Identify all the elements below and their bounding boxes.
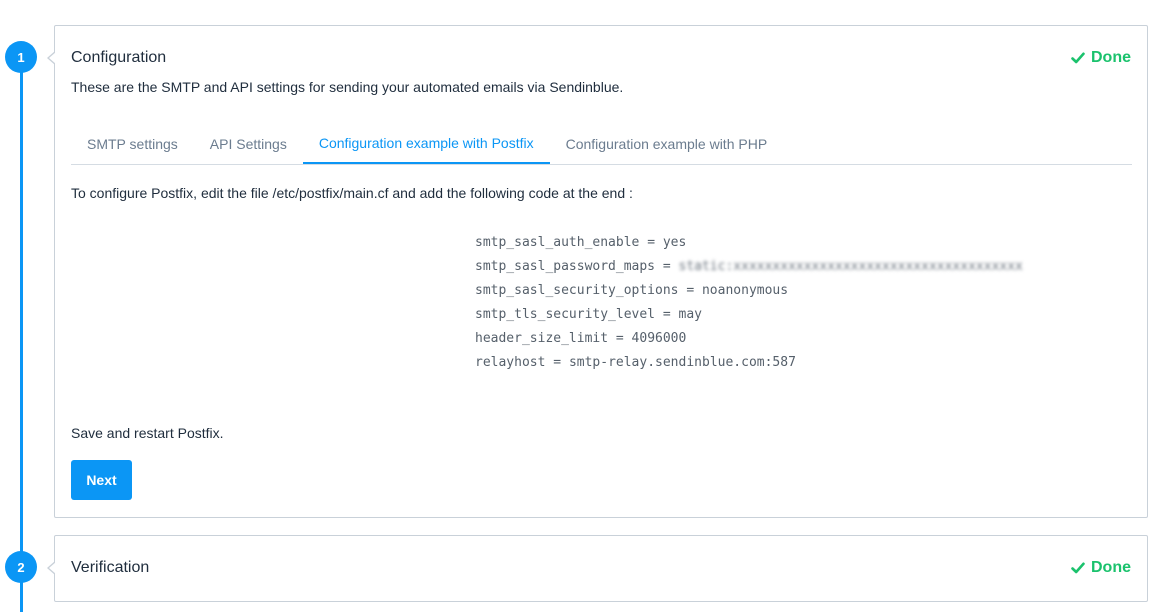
done-status: Done [1071,49,1131,67]
checkmark-icon [1071,52,1085,64]
card-title: Verification [71,559,150,576]
configuration-card: Configuration Done These are the SMTP an… [47,25,1148,518]
code-value: smtp-relay.sendinblue.com:587 [568,355,796,370]
tab-postfix-example[interactable]: Configuration example with Postfix [302,123,550,164]
code-key: header_size_limit [475,331,609,346]
step-number-badge: 1 [5,41,37,73]
next-button[interactable]: Next [71,460,132,500]
code-line: header_size_limit = 4096000 [475,331,687,346]
postfix-config-code: smtp_sasl_auth_enable = yes smtp_sasl_pas… [475,231,1023,375]
card-title: Configuration [71,49,167,66]
setup-page: 1 2 Configuration Done These are the SMT… [0,0,1162,612]
code-line: smtp_sasl_auth_enable = yes [475,235,687,250]
done-label: Done [1091,49,1131,66]
postfix-instruction: To configure Postfix, edit the file /etc… [71,185,633,201]
done-label: Done [1091,559,1131,576]
code-key: smtp_sasl_security_options [475,283,679,298]
code-line: relayhost = smtp-relay.sendinblue.com:58… [475,355,796,370]
code-value: noanonymous [701,283,789,298]
code-key: smtp_sasl_auth_enable [475,235,640,250]
verification-card: Verification Done [47,535,1148,602]
code-key: smtp_tls_security_level [475,307,656,322]
step-number-badge: 2 [5,551,37,583]
tab-api-settings[interactable]: API Settings [194,123,303,164]
code-value: may [678,307,702,322]
card-description: These are the SMTP and API settings for … [71,79,624,95]
code-value: 4096000 [631,331,687,346]
code-value: yes [662,235,687,250]
code-key: smtp_sasl_password_maps [475,259,656,274]
tab-smtp-settings[interactable]: SMTP settings [71,123,194,164]
done-status: Done [1071,559,1131,577]
code-line: smtp_sasl_password_maps = static:xxxxxxx… [475,259,1023,274]
code-line: smtp_tls_security_level = may [475,307,702,322]
tab-php-example[interactable]: Configuration example with PHP [550,123,784,164]
code-value-redacted: static:xxxxxxxxxxxxxxxxxxxxxxxxxxxxxxxxx… [678,259,1023,274]
code-line: smtp_sasl_security_options = noanonymous [475,283,789,298]
code-key: relayhost [475,355,546,370]
timeline-line [20,57,23,612]
settings-tabs: SMTP settings API Settings Configuration… [71,123,1132,165]
save-restart-text: Save and restart Postfix. [71,425,224,441]
checkmark-icon [1071,562,1085,574]
